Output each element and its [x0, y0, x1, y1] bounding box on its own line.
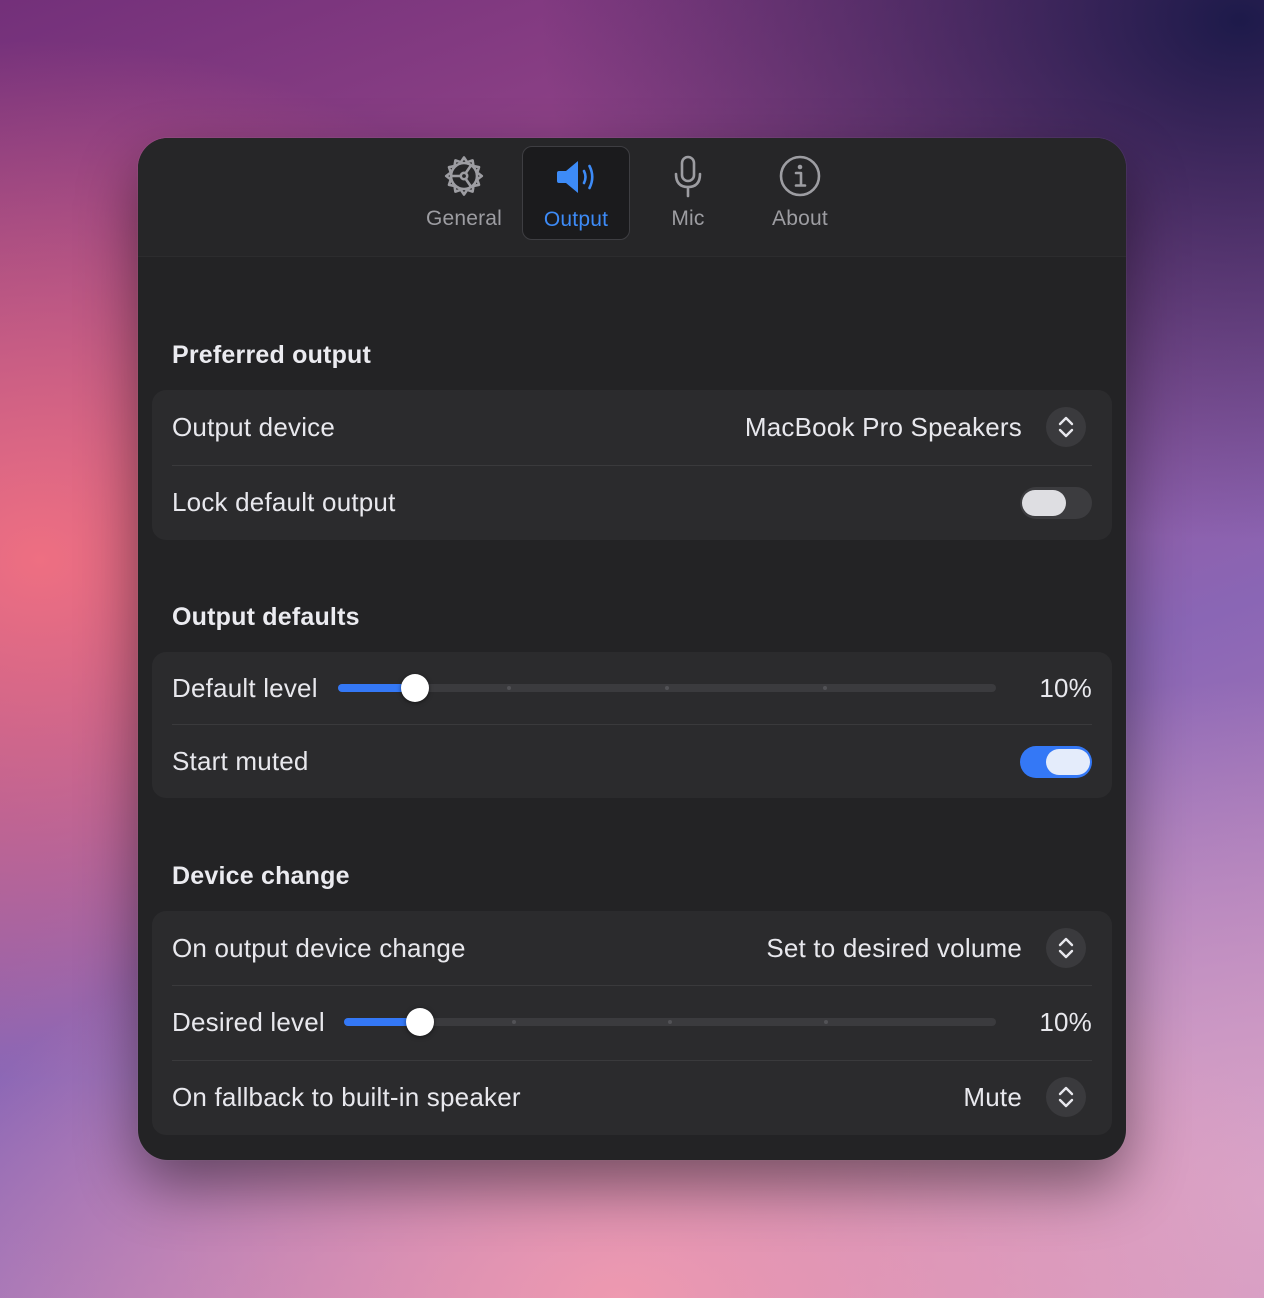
desired-level-value: 10% — [1039, 1007, 1092, 1037]
toggle-knob — [1046, 749, 1090, 775]
slider-tick — [668, 1020, 672, 1024]
lock-default-output-row: Lock default output — [172, 465, 1092, 540]
slider-thumb[interactable] — [406, 1008, 435, 1036]
default-level-row: Default level 10% — [172, 652, 1092, 724]
desired-level-row: Desired level 10% — [172, 985, 1092, 1060]
on-output-device-change-stepper[interactable] — [1046, 928, 1086, 968]
start-muted-label: Start muted — [172, 746, 309, 776]
slider-thumb[interactable] — [401, 674, 429, 702]
output-device-row: Output device MacBook Pro Speakers — [172, 390, 1092, 465]
tab-about[interactable]: About — [746, 146, 854, 240]
section-title-output-defaults: Output defaults — [172, 603, 360, 631]
start-muted-row: Start muted — [172, 724, 1092, 798]
on-output-device-change-popup[interactable]: Set to desired volume — [766, 933, 1022, 963]
info-icon — [779, 155, 821, 197]
chevron-up-down-icon — [1058, 1086, 1074, 1108]
device-change-group: On output device change Set to desired v… — [152, 911, 1112, 1135]
on-output-device-change-label: On output device change — [172, 933, 466, 963]
lock-default-output-toggle[interactable] — [1020, 487, 1092, 519]
tab-label: Mic — [671, 207, 705, 230]
start-muted-toggle[interactable] — [1020, 746, 1092, 778]
tab-output[interactable]: Output — [522, 146, 630, 240]
on-fallback-label: On fallback to built-in speaker — [172, 1082, 521, 1112]
section-title-preferred-output: Preferred output — [172, 341, 372, 369]
on-fallback-stepper[interactable] — [1046, 1077, 1086, 1117]
default-level-slider[interactable] — [338, 673, 996, 703]
lock-default-output-label: Lock default output — [172, 487, 396, 517]
desired-level-slider[interactable] — [344, 1007, 996, 1037]
slider-tick — [822, 686, 827, 690]
tab-label: General — [425, 207, 503, 230]
microphone-icon — [674, 155, 702, 198]
toggle-knob — [1022, 490, 1066, 516]
tab-label: Output — [543, 208, 609, 231]
chevron-up-down-icon — [1058, 937, 1074, 959]
output-device-stepper[interactable] — [1046, 407, 1086, 447]
on-fallback-popup[interactable]: Mute — [963, 1082, 1022, 1112]
speaker-icon — [557, 161, 594, 193]
default-level-label: Default level — [172, 673, 318, 703]
settings-window: General Output Mic About Preferred outpu… — [138, 138, 1126, 1160]
preferred-output-group: Output device MacBook Pro Speakers Lock … — [152, 390, 1112, 540]
section-title-device-change: Device change — [172, 862, 350, 890]
output-device-popup[interactable]: MacBook Pro Speakers — [745, 412, 1022, 442]
on-fallback-row: On fallback to built-in speaker Mute — [172, 1060, 1092, 1135]
desired-level-label: Desired level — [172, 1007, 325, 1037]
output-defaults-group: Default level 10% Start muted — [152, 652, 1112, 798]
chevron-up-down-icon — [1058, 416, 1074, 438]
toolbar: General Output Mic About — [138, 138, 1126, 257]
tab-label: About — [772, 207, 828, 230]
slider-tick — [511, 1020, 516, 1024]
output-device-label: Output device — [172, 412, 336, 442]
tab-mic[interactable]: Mic — [634, 146, 742, 240]
gear-icon — [444, 156, 484, 196]
slider-tick — [665, 686, 669, 690]
default-level-value: 10% — [1039, 673, 1092, 703]
tab-general[interactable]: General — [410, 146, 518, 240]
on-output-device-change-row: On output device change Set to desired v… — [172, 911, 1092, 985]
